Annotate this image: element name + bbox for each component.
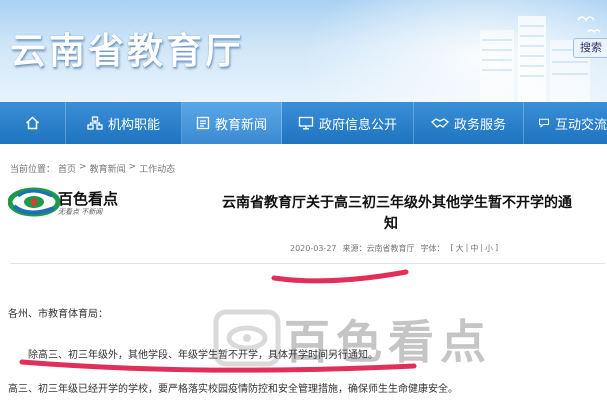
nav-label-gov-info: 政府信息公开 bbox=[318, 117, 397, 133]
nav-item-gov-services[interactable]: 政务服务 bbox=[414, 102, 524, 144]
nav-label-education-news: 教育新闻 bbox=[214, 117, 267, 133]
article-title: 云南省教育厅关于高三初三年级外其他学生暂不开学的通 知 bbox=[222, 193, 594, 235]
monitor-icon bbox=[298, 116, 314, 130]
font-size-label: 字体： bbox=[420, 244, 445, 253]
article-meta: 2020-03-27 来源：云南省教育厅 字体： [ 大 | 中 | 小 ] bbox=[290, 243, 498, 254]
article-title-line1: 云南省教育厅关于高三初三年级外其他学生暂不开学的通 bbox=[222, 195, 572, 211]
font-size-divider: | bbox=[480, 243, 484, 252]
nav-label-interaction: 互动交流 bbox=[554, 117, 607, 133]
font-size-bracket-open: [ bbox=[450, 243, 454, 252]
breadcrumb-separator: > bbox=[128, 162, 137, 172]
breadcrumb-current-link[interactable]: 工作动态 bbox=[139, 162, 175, 175]
article-title-line2: 知 bbox=[384, 216, 398, 232]
font-size-bracket-close: ] bbox=[495, 243, 499, 252]
article-source: 来源：云南省教育厅 bbox=[342, 244, 415, 253]
breadcrumb-section-link[interactable]: 教育新闻 bbox=[90, 162, 126, 175]
nav-item-home[interactable] bbox=[0, 102, 66, 144]
nav-label-gov-services: 政务服务 bbox=[453, 117, 506, 133]
font-size-divider: | bbox=[465, 243, 469, 252]
annotation-underline-date bbox=[271, 269, 409, 284]
breadcrumb: 当前位置： 首页 > 教育新闻 > 工作动态 bbox=[10, 162, 175, 175]
article-paragraph-2: 高三、初三年级已经开学的学校，要严格落实校园疫情防控和安全管理措施，确保师生生命… bbox=[8, 384, 458, 395]
logo-name: 百色看点 bbox=[58, 190, 119, 208]
news-icon bbox=[196, 116, 210, 130]
publish-date: 2020-03-27 bbox=[290, 244, 337, 253]
chat-icon bbox=[539, 118, 549, 128]
nav-item-education-news[interactable]: 教育新闻 bbox=[182, 102, 282, 144]
nav-item-functions[interactable]: 机构职能 bbox=[66, 102, 182, 144]
breadcrumb-home-link[interactable]: 首页 bbox=[58, 162, 76, 175]
handshake-icon bbox=[430, 118, 449, 128]
sitemap-icon bbox=[87, 116, 103, 130]
site-title[interactable]: 云南省教育厅 bbox=[10, 22, 244, 74]
search-button[interactable]: 搜索 bbox=[573, 38, 607, 58]
nav-item-interaction[interactable]: 互动交流 bbox=[524, 102, 607, 144]
site-header: 云南省教育厅 搜索 bbox=[0, 0, 607, 102]
main-nav: 机构职能 教育新闻 政府信息公开 政务服务 互动交流 bbox=[0, 102, 607, 144]
nav-label-functions: 机构职能 bbox=[107, 117, 160, 133]
font-size-controls: [ 大 | 中 | 小 ] bbox=[451, 243, 499, 254]
font-size-large-button[interactable]: 大 bbox=[456, 243, 464, 254]
font-size-small-button[interactable]: 小 bbox=[485, 243, 493, 254]
logo-slogan: 无看点 不新闻 bbox=[58, 208, 103, 216]
salutation: 各州、市教育体育局： bbox=[8, 309, 108, 320]
font-size-medium-button[interactable]: 中 bbox=[470, 243, 478, 254]
breadcrumb-prefix: 当前位置： bbox=[10, 165, 56, 175]
breadcrumb-separator: > bbox=[79, 162, 87, 172]
home-icon bbox=[25, 116, 40, 130]
annotation-underline-paragraph bbox=[19, 359, 417, 373]
nav-item-gov-info[interactable]: 政府信息公开 bbox=[282, 102, 414, 144]
